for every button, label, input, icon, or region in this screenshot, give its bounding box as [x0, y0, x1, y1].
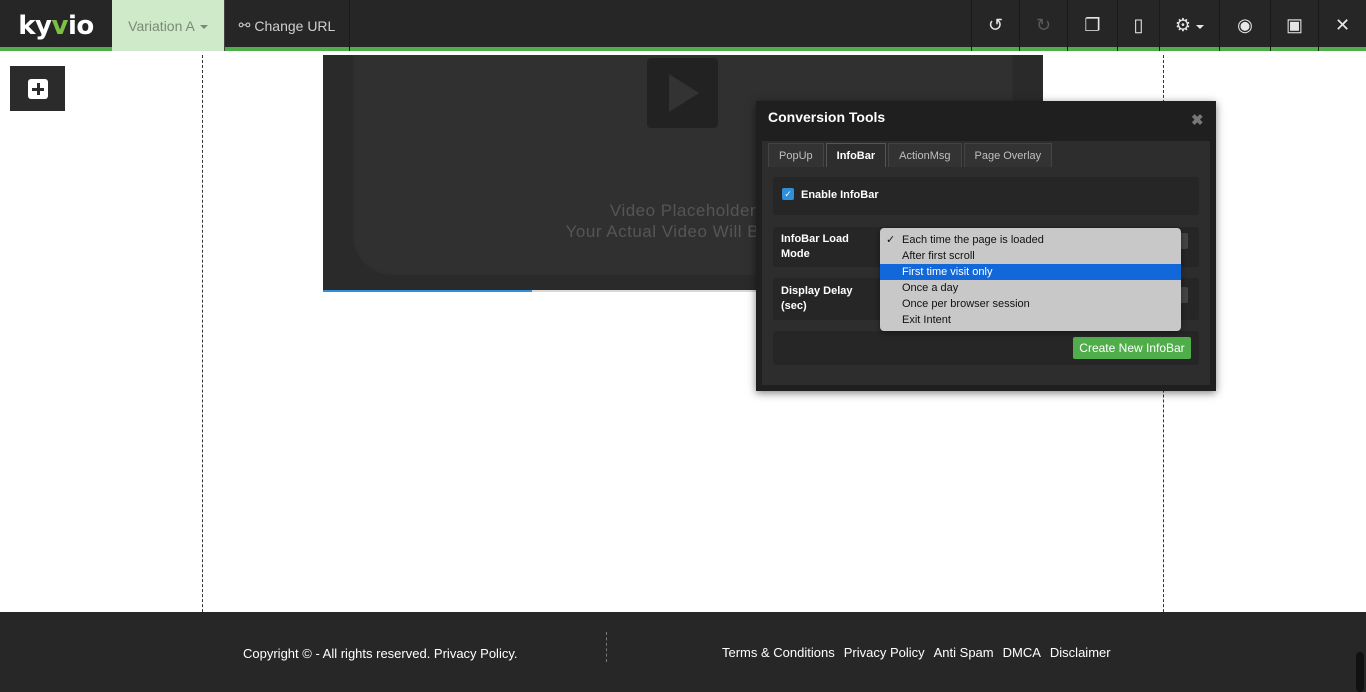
- eye-icon: ◉: [1237, 15, 1253, 35]
- play-icon: [647, 58, 718, 128]
- close-editor-button[interactable]: ✕: [1318, 0, 1366, 51]
- footer-link-privacy[interactable]: Privacy Policy: [844, 645, 925, 660]
- copyright-text: Copyright © - All rights reserved. Priva…: [243, 646, 518, 661]
- footer-divider: [606, 632, 607, 662]
- footer-link-dmca[interactable]: DMCA: [1003, 645, 1041, 660]
- tab-popup[interactable]: PopUp: [768, 143, 824, 167]
- option-label: Once per browser session: [902, 298, 1030, 310]
- footer-links: Terms & Conditions Privacy Policy Anti S…: [722, 645, 1111, 660]
- option-exit-intent[interactable]: Exit Intent: [880, 312, 1181, 328]
- undo-icon: ↺: [987, 15, 1004, 35]
- gear-icon: ⚙: [1174, 15, 1192, 35]
- display-delay-label-line2: (sec): [781, 300, 807, 312]
- preview-button[interactable]: ◉: [1219, 0, 1270, 51]
- save-icon: ▣: [1285, 15, 1303, 35]
- option-first-time-visit[interactable]: First time visit only: [880, 264, 1181, 280]
- option-once-a-day[interactable]: Once a day: [880, 280, 1181, 296]
- add-element-button[interactable]: [10, 66, 65, 111]
- load-mode-dropdown-menu: ✓ Each time the page is loaded After fir…: [880, 228, 1181, 331]
- variation-label: Variation A: [128, 17, 195, 34]
- option-label: After first scroll: [902, 250, 975, 262]
- copy-button[interactable]: ❐: [1067, 0, 1117, 51]
- redo-icon: ↻: [1035, 15, 1052, 35]
- top-toolbar: ky v io Variation A ⚯ Change URL ↺ ↻ ❐ ▯ ⚙…: [0, 0, 1366, 51]
- close-icon: ✕: [1334, 15, 1351, 35]
- save-button[interactable]: ▣: [1270, 0, 1318, 51]
- variation-dropdown[interactable]: Variation A: [112, 0, 225, 51]
- display-delay-label-line1: Display Delay: [781, 285, 853, 297]
- plus-icon: [27, 78, 48, 99]
- undo-button[interactable]: ↺: [971, 0, 1019, 51]
- mobile-view-button[interactable]: ▯: [1117, 0, 1159, 51]
- footer-link-anti-spam[interactable]: Anti Spam: [934, 645, 994, 660]
- scrollbar-thumb[interactable]: [1356, 652, 1364, 692]
- panel-close-icon[interactable]: ✖: [1191, 111, 1204, 129]
- enable-infobar-checkbox[interactable]: ✓: [782, 188, 794, 200]
- create-infobar-row: Create New InfoBar: [773, 331, 1199, 365]
- create-new-infobar-button[interactable]: Create New InfoBar: [1073, 337, 1191, 359]
- load-mode-label-line2: Mode: [781, 248, 810, 260]
- left-guide-line: [202, 55, 203, 692]
- option-label: Exit Intent: [902, 314, 951, 326]
- video-progress-fill: [323, 290, 532, 292]
- kyvio-logo[interactable]: ky v io: [0, 0, 112, 51]
- link-icon: ⚯: [238, 17, 251, 33]
- option-each-page-load[interactable]: ✓ Each time the page is loaded: [880, 232, 1181, 248]
- load-mode-label-line1: InfoBar Load: [781, 233, 849, 245]
- tab-bar: PopUp InfoBar ActionMsg Page Overlay: [768, 143, 1053, 167]
- tab-infobar[interactable]: InfoBar: [825, 143, 887, 167]
- option-after-first-scroll[interactable]: After first scroll: [880, 248, 1181, 264]
- check-icon: ✓: [886, 234, 896, 246]
- tab-actionmsg[interactable]: ActionMsg: [888, 143, 962, 167]
- change-url-button[interactable]: ⚯ Change URL: [225, 0, 350, 51]
- tab-page-overlay[interactable]: Page Overlay: [963, 143, 1053, 167]
- redo-button[interactable]: ↻: [1019, 0, 1067, 51]
- settings-dropdown[interactable]: ⚙: [1159, 0, 1219, 51]
- footer-link-disclaimer[interactable]: Disclaimer: [1050, 645, 1111, 660]
- option-label: Once a day: [902, 282, 959, 294]
- copy-icon: ❐: [1084, 15, 1101, 35]
- enable-infobar-row: ✓ Enable InfoBar: [773, 177, 1199, 215]
- footer-link-terms[interactable]: Terms & Conditions: [722, 645, 835, 660]
- mobile-icon: ▯: [1133, 15, 1144, 35]
- option-label: Each time the page is loaded: [902, 234, 1044, 246]
- change-url-label: Change URL: [254, 17, 336, 34]
- option-label: First time visit only: [902, 266, 993, 278]
- caret-down-icon: [199, 24, 208, 29]
- panel-title: Conversion Tools: [768, 109, 886, 125]
- enable-infobar-label: Enable InfoBar: [801, 189, 879, 201]
- page-footer: Copyright © - All rights reserved. Priva…: [0, 612, 1366, 692]
- caret-down-icon: [1196, 24, 1205, 29]
- option-once-per-session[interactable]: Once per browser session: [880, 296, 1181, 312]
